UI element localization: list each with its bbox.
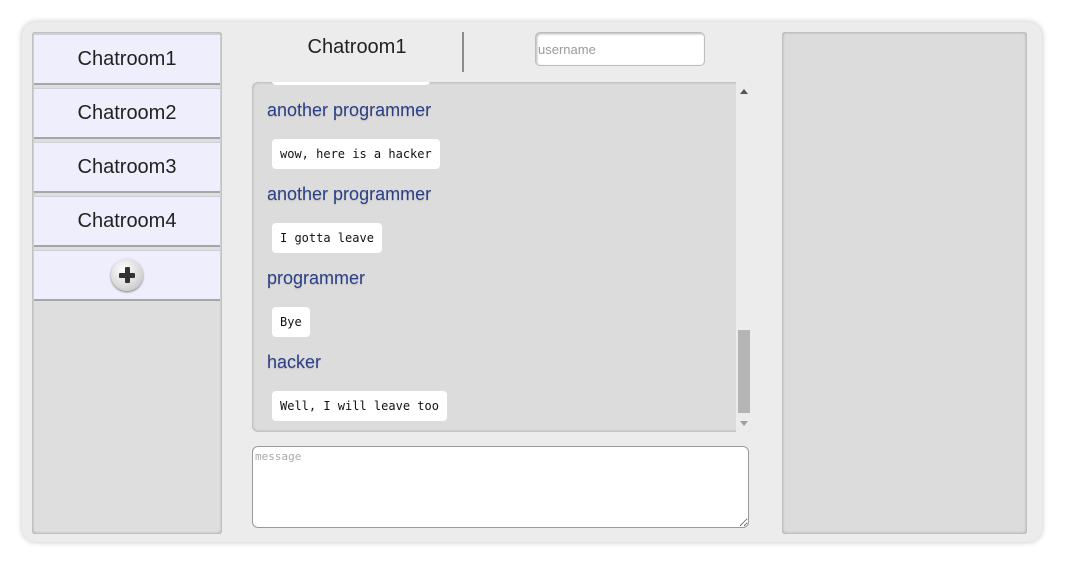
message-author: another programmer bbox=[267, 100, 432, 120]
current-room-title: Chatroom1 bbox=[307, 36, 407, 58]
chat-app-window: Chatroom1 Chatroom2 Chatroom3 Chatroom4 … bbox=[22, 22, 1042, 542]
message-bubble: I gotta leave bbox=[272, 223, 382, 253]
chatroom-button-label: Chatroom2 bbox=[77, 101, 177, 124]
chatroom-button-4[interactable]: Chatroom4 bbox=[34, 196, 220, 247]
add-chatroom-button[interactable] bbox=[34, 250, 220, 301]
chatroom-button-2[interactable]: Chatroom2 bbox=[34, 88, 220, 139]
message-scrollbar[interactable] bbox=[736, 82, 752, 432]
message-input[interactable] bbox=[252, 446, 749, 528]
chatroom-button-3[interactable]: Chatroom3 bbox=[34, 142, 220, 193]
message-author: another programmer bbox=[267, 184, 432, 204]
username-input[interactable] bbox=[535, 32, 705, 66]
chatroom-button-1[interactable]: Chatroom1 bbox=[34, 34, 220, 85]
message-author: programmer bbox=[267, 268, 366, 288]
scroll-down-arrow-icon[interactable] bbox=[740, 421, 748, 426]
scroll-up-arrow-icon[interactable] bbox=[740, 89, 748, 94]
chatroom-button-label: Chatroom4 bbox=[77, 209, 177, 232]
message-bubble-partial bbox=[272, 82, 430, 85]
right-side-panel bbox=[782, 32, 1027, 534]
message-bubble: Well, I will leave too bbox=[272, 391, 447, 421]
message-bubble: wow, here is a hacker bbox=[272, 139, 440, 169]
scrollbar-thumb[interactable] bbox=[738, 330, 750, 413]
chatroom-sidebar: Chatroom1 Chatroom2 Chatroom3 Chatroom4 bbox=[32, 32, 222, 534]
chatroom-button-label: Chatroom1 bbox=[77, 47, 177, 70]
message-author: hacker bbox=[267, 352, 322, 372]
message-bubble: Bye bbox=[272, 307, 310, 337]
message-list-panel: another programmer wow, here is a hacker… bbox=[252, 82, 752, 432]
header-divider bbox=[462, 32, 464, 72]
chatroom-button-label: Chatroom3 bbox=[77, 155, 177, 178]
plus-circle-icon bbox=[111, 259, 143, 291]
